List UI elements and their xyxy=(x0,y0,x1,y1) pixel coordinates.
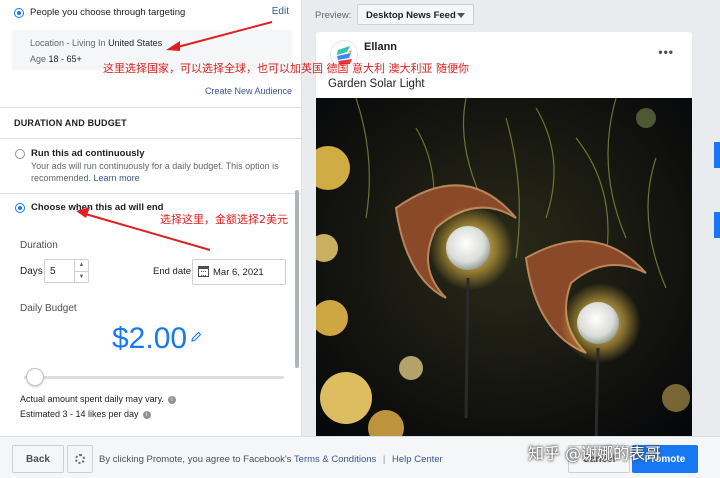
info-icon[interactable]: i xyxy=(167,396,176,404)
days-value[interactable]: 5 xyxy=(50,266,56,277)
post-text: Garden Solar Light xyxy=(328,78,425,90)
help-center-link[interactable]: Help Center xyxy=(392,454,443,465)
audience-option-targeting[interactable]: People you choose through targeting xyxy=(14,7,185,18)
gear-icon xyxy=(75,454,85,464)
end-date-field[interactable]: Mar 6, 2021 xyxy=(192,259,286,285)
age-value: 18 - 65+ xyxy=(48,54,82,64)
end-date-label: End date xyxy=(153,266,192,277)
create-new-audience-link[interactable]: Create New Audience xyxy=(205,86,292,96)
ad-image xyxy=(316,98,692,442)
spend-note: Actual amount spent daily may vary. i xyxy=(20,394,176,404)
budget-slider-handle[interactable] xyxy=(26,368,44,386)
duration-label: Duration xyxy=(20,240,58,251)
days-stepper-controls: ▲ ▼ xyxy=(74,260,88,282)
spend-note-text: Actual amount spent daily may vary. xyxy=(20,394,164,404)
daily-budget-label: Daily Budget xyxy=(20,303,77,314)
budget-slider-track[interactable] xyxy=(24,376,284,379)
location-line: Location - Living In United States xyxy=(30,38,274,48)
pencil-icon[interactable] xyxy=(190,331,202,343)
settings-button[interactable] xyxy=(67,445,93,473)
page-name[interactable]: Ellann xyxy=(364,41,397,53)
estimate-note-text: Estimated 3 - 14 likes per day xyxy=(20,409,139,419)
placement-value: Desktop News Feed xyxy=(366,10,456,21)
increment-icon[interactable]: ▲ xyxy=(75,260,88,272)
terms-notice: By clicking Promote, you agree to Facebo… xyxy=(99,454,443,465)
scrollbar[interactable] xyxy=(295,190,299,368)
continuous-desc: Your ads will run continuously for a dai… xyxy=(31,160,285,184)
ellipsis-icon[interactable]: ••• xyxy=(658,45,674,59)
continuous-text: Run this ad continuously Your ads will r… xyxy=(31,148,285,184)
location-value: United States xyxy=(108,38,163,48)
days-stepper[interactable]: 5 ▲ ▼ xyxy=(44,259,89,283)
location-prefix: Location - Living In xyxy=(30,38,106,48)
terms-link[interactable]: Terms & Conditions xyxy=(294,454,376,465)
option-choose-end[interactable]: Choose when this ad will end xyxy=(15,202,164,213)
decrement-icon[interactable]: ▼ xyxy=(75,272,88,283)
continuous-desc-text: Your ads will run continuously for a dai… xyxy=(31,161,279,183)
edit-targeting-link[interactable]: Edit xyxy=(272,6,289,17)
continuous-title: Run this ad continuously xyxy=(31,148,145,159)
ad-preview-card: Ellann ••• Garden Solar Light xyxy=(316,32,692,442)
watermark: 知乎 @谢娜的表哥 xyxy=(528,444,662,463)
option-run-continuously[interactable]: Run this ad continuously Your ads will r… xyxy=(15,148,285,184)
section-divider xyxy=(0,138,301,139)
end-date-radio[interactable] xyxy=(15,203,25,213)
placement-dropdown[interactable]: Desktop News Feed xyxy=(357,4,474,25)
end-date-value: Mar 6, 2021 xyxy=(213,267,264,278)
background-button-edge xyxy=(714,142,720,168)
budget-amount[interactable]: $2.00 xyxy=(112,322,187,356)
country-annotation: 这里选择国家，可以选择全球，也可以加英国 德国 意大利 澳大利亚 随便你 xyxy=(103,62,469,75)
end-option-title: Choose when this ad will end xyxy=(31,202,164,213)
estimate-note: Estimated 3 - 14 likes per day i xyxy=(20,409,151,419)
continuous-radio[interactable] xyxy=(15,149,25,159)
targeting-radio[interactable] xyxy=(14,8,24,18)
agree-text: By clicking Promote, you agree to Facebo… xyxy=(99,454,292,465)
days-label: Days xyxy=(20,266,43,277)
back-button[interactable]: Back xyxy=(12,445,64,473)
learn-more-link[interactable]: Learn more xyxy=(94,173,140,183)
age-prefix: Age xyxy=(30,54,47,64)
section-title: DURATION AND BUDGET xyxy=(14,118,127,128)
option-divider xyxy=(0,193,301,194)
chevron-down-icon xyxy=(457,13,465,18)
info-icon[interactable]: i xyxy=(142,411,151,419)
targeting-option-label: People you choose through targeting xyxy=(30,7,186,18)
background-button-edge xyxy=(714,212,720,238)
section-divider xyxy=(0,107,301,108)
end-date-annotation: 选择这里，金额选择2美元 xyxy=(160,213,288,226)
separator: | xyxy=(382,454,386,465)
calendar-icon xyxy=(198,266,209,277)
preview-label: Preview: xyxy=(315,10,352,21)
